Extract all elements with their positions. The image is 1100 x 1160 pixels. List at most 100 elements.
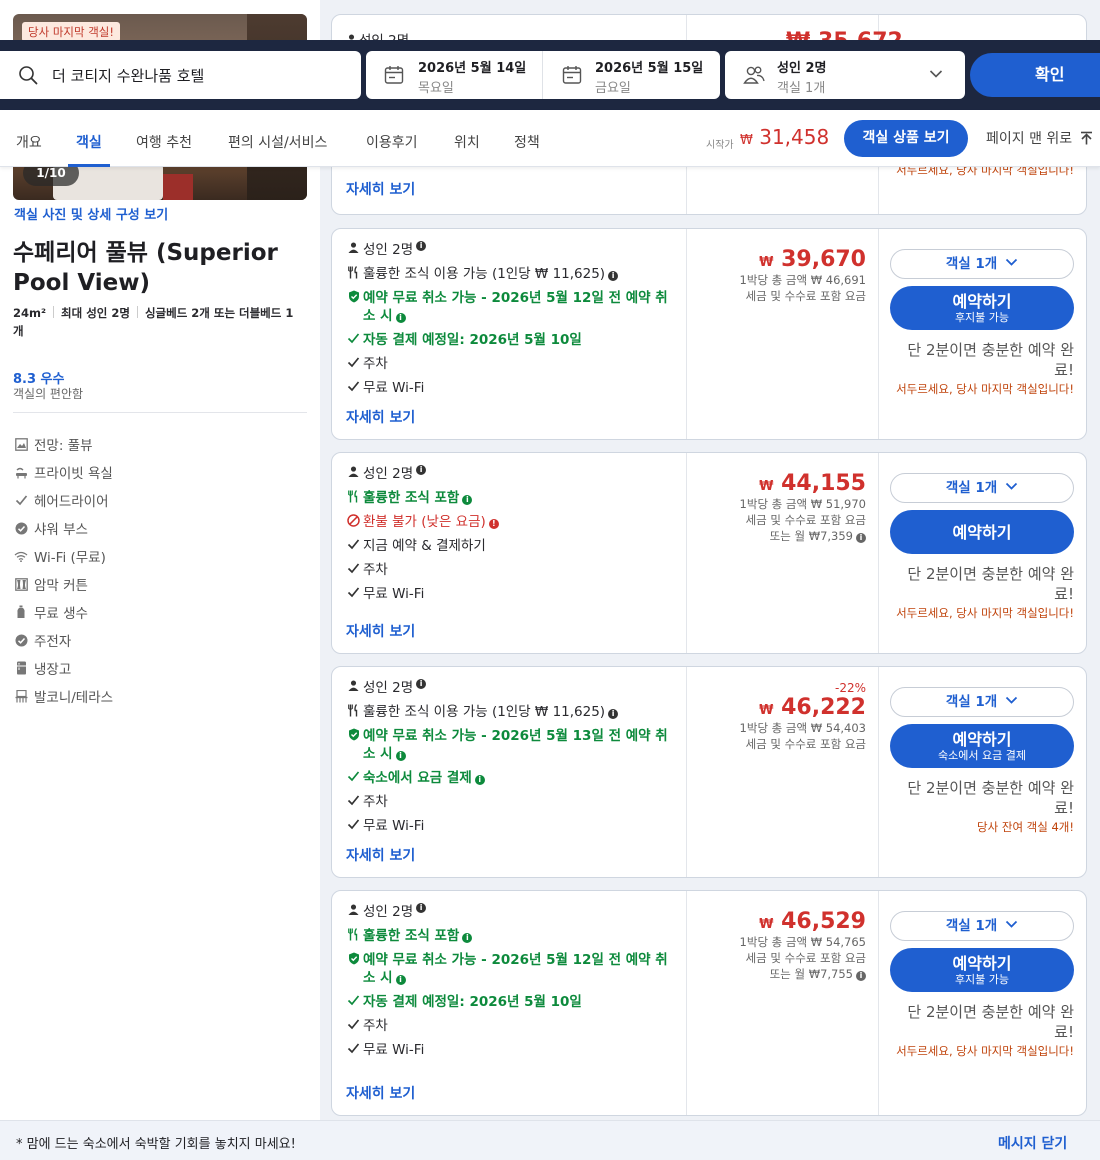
price-total: 1박당 총 금액 ₩ 46,691	[739, 273, 866, 287]
check-icon	[346, 818, 361, 830]
feature-text: 주차	[363, 1018, 388, 1034]
room-occupancy: 최대 성인 2명	[61, 306, 130, 320]
offer-card: 성인 2명 i 훌륭한 조식 포함 i 예약 무료 취소 가능 - 2026년 5월 1…	[331, 890, 1087, 1116]
monthly-price: 또는 월 ₩7,755 i	[688, 966, 866, 982]
confirm-button[interactable]: 확인	[970, 53, 1100, 97]
room-count-select[interactable]: 객실 1개	[890, 473, 1074, 503]
feature-text-wrap: 훌륭한 조식 포함 i	[363, 927, 473, 945]
feature-text-wrap: 무료 Wi-Fi	[363, 817, 424, 835]
amenity-label: Wi-Fi (무료)	[34, 550, 106, 566]
info-icon[interactable]: i	[395, 975, 406, 985]
tab-location[interactable]: 위치	[454, 110, 480, 167]
spec-divider	[136, 306, 138, 318]
search-bar: 더 코티지 수완나품 호텔 2026년 5월 14일 목요일 2026년 5월 …	[0, 40, 1100, 110]
info-icon[interactable]: i	[856, 971, 866, 981]
last-room-badge: 당사 마지막 객실!	[22, 22, 120, 42]
feature-text-wrap: 숙소에서 요금 결제 i	[363, 769, 485, 787]
back-to-top-button[interactable]: 페이지 맨 위로	[986, 128, 1093, 148]
info-icon[interactable]: i	[395, 751, 406, 761]
book-button[interactable]: 예약하기 후지불 가능	[890, 948, 1074, 992]
room-count-select[interactable]: 객실 1개	[890, 687, 1074, 717]
price-total: 1박당 총 금액 ₩ 54,765	[739, 935, 866, 949]
info-icon[interactable]: i	[462, 495, 473, 505]
feature-item: 주차	[346, 1017, 676, 1035]
feature-text: 훌륭한 조식 포함	[363, 490, 460, 506]
details-link[interactable]: 자세히 보기	[346, 621, 415, 641]
info-icon[interactable]: i	[395, 313, 406, 323]
feature-text: 무료 Wi-Fi	[363, 818, 425, 834]
feature-item: 예약 무료 취소 가능 - 2026년 5월 12일 전 예약 취소 시i	[346, 951, 676, 987]
spec-divider	[53, 306, 55, 318]
close-message-button[interactable]: 메시지 닫기	[998, 1133, 1067, 1153]
feature-text: 훌륭한 조식 포함	[363, 928, 460, 944]
room-count-select[interactable]: 객실 1개	[890, 249, 1074, 279]
check-icon	[346, 562, 361, 574]
book-button[interactable]: 예약하기 숙소에서 요금 결제	[890, 724, 1074, 768]
check-icon	[346, 770, 361, 782]
view-room-offers-button[interactable]: 객실 상품 보기	[844, 120, 968, 157]
hotel-search-field[interactable]: 더 코티지 수완나품 호텔	[0, 51, 361, 99]
details-link[interactable]: 자세히 보기	[346, 845, 415, 865]
tab-rooms[interactable]: 객실	[68, 110, 110, 167]
info-icon[interactable]: i	[474, 775, 485, 785]
info-icon[interactable]: i	[416, 903, 427, 913]
offer-card: 성인 2명 i 훌륭한 조식 이용 가능 (1인당 ₩ 11,625) i 예약 무료 …	[331, 228, 1087, 440]
tab-overview[interactable]: 개요	[16, 110, 42, 167]
info-icon[interactable]: i	[856, 533, 866, 543]
price-total: 1박당 총 금액 ₩ 51,970	[739, 497, 866, 511]
check-icon	[346, 538, 361, 550]
monthly-price: 또는 월 ₩7,359 i	[688, 528, 866, 544]
amenity-list: 전망: 풀뷰 프라이빗 욕실 헤어드라이어 샤워 부스 Wi-Fi (무료) 암막 커튼 무…	[14, 430, 113, 710]
tab-reviews[interactable]: 이용후기	[366, 110, 418, 167]
book-button-label: 예약하기	[952, 953, 1012, 973]
price-column: -22% ₩ 46,222 1박당 총 금액 ₩ 54,403 세금 및 수수료 포함…	[688, 681, 866, 752]
photo-accent-shape	[163, 174, 193, 200]
amenity-label: 전망: 풀뷰	[34, 438, 93, 454]
tab-recommendations[interactable]: 여행 추천	[136, 110, 192, 167]
price-value: 39,670	[781, 247, 866, 272]
info-icon[interactable]: !	[488, 519, 499, 529]
info-icon[interactable]: i	[416, 679, 427, 689]
amenity-label: 헤어드라이어	[34, 494, 109, 510]
column-divider	[686, 891, 687, 1115]
price-column: ₩ 39,670 1박당 총 금액 ₩ 46,691 세금 및 수수료 포함 요금	[688, 247, 866, 304]
details-link[interactable]: 자세히 보기	[346, 407, 415, 427]
room-count-value: 객실 1개	[777, 81, 826, 96]
view-room-photos-link[interactable]: 객실 사진 및 상세 구성 보기	[14, 204, 168, 223]
date-picker[interactable]: 2026년 5월 14일 목요일 2026년 5월 15일 금요일	[366, 51, 720, 99]
guest-count: 성인 2명 i	[346, 465, 676, 483]
booking-speed-note: 단 2분이면 충분한 예약 완료!	[907, 1003, 1074, 1041]
amenity-label: 무료 생수	[34, 606, 88, 622]
info-icon[interactable]: i	[416, 465, 427, 475]
guest-room-selector[interactable]: 성인 2명 객실 1개	[725, 51, 965, 99]
info-icon[interactable]: i	[608, 271, 619, 281]
feature-text-wrap: 주차	[363, 793, 388, 811]
offer-features: 성인 2명 i 훌륭한 조식 포함 i 예약 무료 취소 가능 - 2026년 5월 1…	[346, 903, 676, 1065]
info-icon[interactable]: i	[416, 241, 427, 251]
fridge-icon	[14, 661, 28, 675]
amenity-item: 샤워 부스	[14, 514, 113, 542]
details-link[interactable]: 자세히 보기	[346, 1083, 415, 1103]
price-value: 44,155	[781, 471, 866, 496]
details-link[interactable]: 자세히 보기	[346, 179, 415, 199]
feature-text-wrap: 지금 예약 & 결제하기	[363, 537, 486, 555]
checkin-day: 목요일	[418, 81, 454, 96]
amenity-label: 발코니/테라스	[34, 690, 114, 706]
price-tax: 세금 및 수수료 포함 요금	[745, 289, 866, 303]
info-icon[interactable]: i	[462, 933, 473, 943]
guest-count-label: 성인 2명	[363, 466, 414, 482]
info-icon[interactable]: i	[608, 709, 619, 719]
room-count-select[interactable]: 객실 1개	[890, 911, 1074, 941]
book-button[interactable]: 예약하기 후지불 가능	[890, 286, 1074, 330]
tab-policies[interactable]: 정책	[514, 110, 540, 167]
balcony-icon	[14, 689, 28, 703]
calendar-icon	[384, 66, 404, 84]
book-button[interactable]: 예약하기	[890, 510, 1074, 554]
tab-amenities[interactable]: 편의 시설/서비스	[228, 110, 327, 167]
room-size: 24m²	[13, 306, 47, 320]
date-divider	[542, 51, 543, 99]
column-divider	[878, 667, 879, 877]
price-value: 46,222	[781, 695, 866, 720]
offer-features: 성인 2명 i 훌륭한 조식 이용 가능 (1인당 ₩ 11,625) i 예약 무료 …	[346, 241, 676, 403]
column-divider	[878, 891, 879, 1115]
